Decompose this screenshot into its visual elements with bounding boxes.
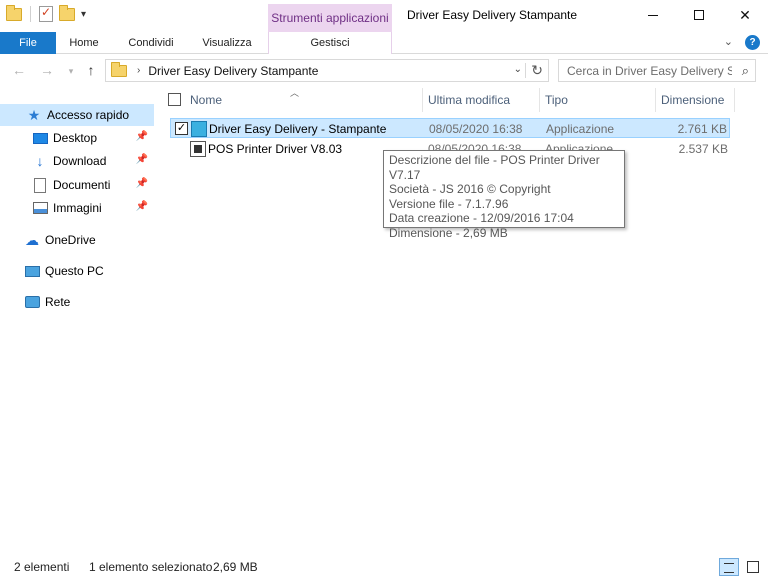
computer-icon — [24, 263, 40, 279]
sidebar-item-label: OneDrive — [45, 233, 96, 247]
expand-ribbon-chevron-icon[interactable]: ⌄ — [724, 35, 733, 50]
status-selection: 1 elemento selezionato — [89, 560, 213, 574]
pin-icon: 📌 — [135, 154, 148, 165]
up-arrow-icon[interactable]: ↑ — [82, 62, 100, 78]
ribbon-tab-bar: File Home Condividi Visualizza Gestisci … — [0, 32, 768, 54]
select-all-checkbox[interactable] — [168, 93, 181, 106]
search-input[interactable]: Cerca in Driver Easy Delivery S... ⌕ — [558, 59, 756, 82]
contextual-tab-group-label: Strumenti applicazioni — [268, 4, 392, 32]
close-icon: ✕ — [739, 6, 751, 23]
column-header-name[interactable]: Nome — [190, 86, 420, 114]
tab-home[interactable]: Home — [60, 32, 108, 54]
file-size: 2.761 KB — [677, 122, 727, 136]
minimize-button[interactable] — [630, 0, 676, 30]
tab-view[interactable]: Visualizza — [194, 32, 260, 54]
window-title: Driver Easy Delivery Stampante — [407, 8, 578, 22]
documents-icon — [32, 177, 48, 193]
sidebar-item-label: Accesso rapido — [47, 108, 130, 122]
sidebar-item-documents[interactable]: Documenti 📌 — [0, 174, 154, 196]
address-dropdown-chevron-icon[interactable]: ⌄ — [514, 64, 522, 75]
quick-access-toolbar: ▾ — [6, 4, 86, 22]
properties-icon[interactable] — [39, 5, 53, 22]
folder-icon — [111, 61, 127, 77]
breadcrumb-current[interactable]: Driver Easy Delivery Stampante — [148, 64, 318, 78]
sidebar-item-network[interactable]: Rete — [0, 291, 154, 313]
network-icon — [24, 294, 40, 310]
cloud-icon: ☁ — [25, 231, 39, 248]
column-header-size[interactable]: Dimensione — [661, 86, 733, 114]
tooltip-line: Società - JS 2016 © Copyright — [389, 182, 551, 197]
file-info-tooltip: Descrizione del file - POS Printer Drive… — [383, 150, 625, 240]
tab-share[interactable]: Condividi — [120, 32, 182, 54]
star-icon: ★ — [27, 106, 41, 123]
forward-arrow-icon[interactable]: → — [38, 62, 56, 78]
navigation-bar: ← → ▾ ↑ › Driver Easy Delivery Stampante… — [0, 56, 768, 86]
column-header-modified[interactable]: Ultima modifica — [428, 86, 538, 114]
tooltip-line: Descrizione del file - POS Printer Drive… — [389, 153, 600, 182]
status-selection-size: 2,69 MB — [213, 560, 258, 574]
sidebar-item-label: Documenti — [53, 178, 111, 192]
pictures-icon — [32, 200, 48, 216]
download-icon: ↓ — [36, 153, 44, 169]
title-bar: ▾ Strumenti applicazioni Driver Easy Del… — [0, 0, 768, 32]
application-icon — [190, 141, 206, 157]
file-name: Driver Easy Delivery - Stampante — [209, 122, 387, 136]
status-item-count: 2 elementi — [14, 560, 70, 574]
large-icons-view-icon[interactable] — [743, 558, 763, 576]
customize-toolbar-chevron-icon[interactable]: ▾ — [81, 9, 86, 20]
maximize-icon — [694, 10, 704, 20]
search-icon[interactable]: ⌕ — [742, 63, 749, 79]
pin-icon: 📌 — [135, 178, 148, 189]
sidebar-item-label: Questo PC — [45, 264, 104, 278]
status-bar: 2 elementi 1 elemento selezionato 2,69 M… — [0, 556, 768, 579]
file-name: POS Printer Driver V8.03 — [208, 142, 343, 156]
navigation-pane: ★ Accesso rapido Desktop 📌 ↓ Download 📌 … — [0, 90, 156, 550]
tab-manage[interactable]: Gestisci — [268, 32, 392, 54]
sidebar-item-label: Rete — [45, 295, 71, 309]
details-view-icon[interactable] — [719, 558, 739, 576]
address-divider — [525, 63, 526, 78]
address-bar[interactable]: › Driver Easy Delivery Stampante ⌄ ↻ — [105, 59, 549, 82]
column-divider[interactable] — [655, 88, 656, 112]
minimize-icon — [648, 14, 658, 16]
sidebar-item-onedrive[interactable]: ☁ OneDrive — [0, 229, 154, 251]
sidebar-item-quick-access[interactable]: ★ Accesso rapido — [0, 104, 154, 126]
pin-icon: 📌 — [135, 131, 148, 142]
column-divider[interactable] — [734, 88, 735, 112]
new-folder-icon[interactable] — [59, 4, 75, 21]
help-icon[interactable]: ? — [745, 35, 760, 50]
tooltip-line: Data creazione - 12/09/2016 17:04 — [389, 211, 574, 226]
sidebar-item-pictures[interactable]: Immagini 📌 — [0, 197, 154, 219]
file-row[interactable]: ✓ Driver Easy Delivery - Stampante 08/05… — [170, 118, 730, 138]
tooltip-line: Dimensione - 2,69 MB — [389, 225, 508, 240]
file-type: Applicazione — [546, 122, 615, 136]
sidebar-item-label: Desktop — [53, 131, 98, 145]
sidebar-item-download[interactable]: ↓ Download 📌 — [0, 150, 154, 172]
ribbon-controls: ⌄ ? — [724, 35, 760, 50]
folder-icon — [6, 4, 22, 21]
sidebar-item-label: Immagini — [53, 201, 102, 215]
desktop-icon — [32, 130, 48, 146]
sidebar-item-desktop[interactable]: Desktop 📌 — [0, 127, 154, 149]
maximize-button[interactable] — [676, 0, 722, 30]
column-header-type[interactable]: Tipo — [545, 86, 655, 114]
toolbar-divider — [30, 6, 31, 22]
file-size: 2.537 KB — [678, 142, 728, 156]
sidebar-item-label: Download — [53, 154, 107, 168]
close-button[interactable]: ✕ — [722, 0, 768, 30]
back-arrow-icon[interactable]: ← — [10, 62, 28, 78]
tab-file[interactable]: File — [0, 32, 56, 54]
application-icon — [191, 121, 207, 137]
tooltip-line: Versione file - 7.1.7.96 — [389, 196, 509, 211]
file-modified: 08/05/2020 16:38 — [429, 122, 523, 136]
row-checkbox[interactable]: ✓ — [175, 122, 188, 135]
recent-locations-chevron-icon[interactable]: ▾ — [62, 66, 80, 77]
column-divider[interactable] — [539, 88, 540, 112]
column-divider[interactable] — [422, 88, 423, 112]
breadcrumb-chevron-icon[interactable]: › — [137, 65, 140, 76]
pin-icon: 📌 — [135, 201, 148, 212]
refresh-icon[interactable]: ↻ — [531, 62, 543, 79]
sidebar-item-this-pc[interactable]: Questo PC — [0, 260, 154, 282]
search-placeholder: Cerca in Driver Easy Delivery S... — [567, 63, 732, 78]
